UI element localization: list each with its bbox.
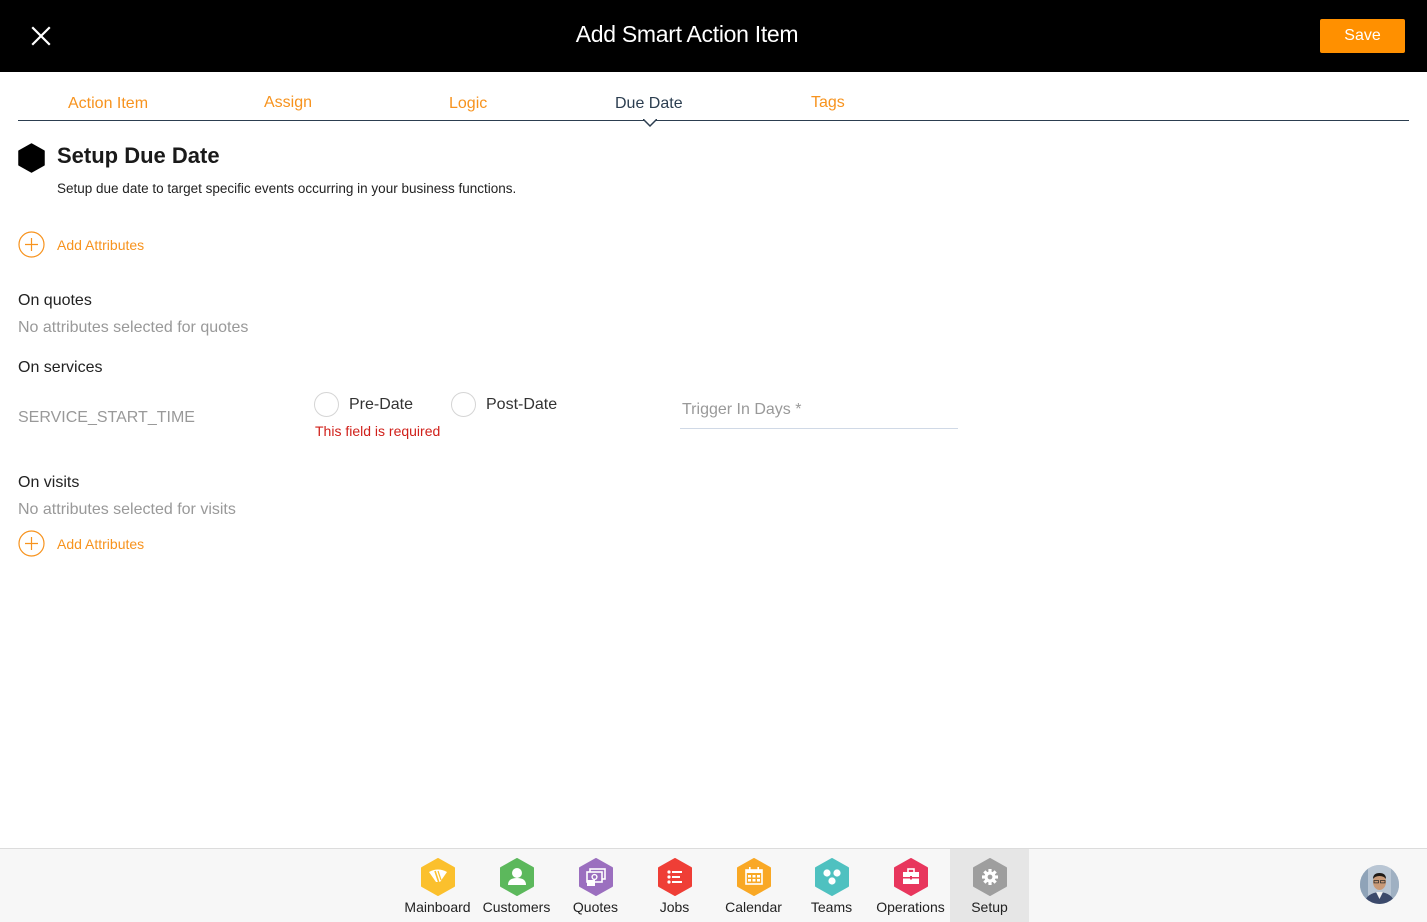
nav-item-mainboard[interactable]: Mainboard xyxy=(398,849,477,922)
group-title-quotes: On quotes xyxy=(18,292,92,309)
section-description: Setup due date to target specific events… xyxy=(57,181,517,196)
nav-item-operations[interactable]: Operations xyxy=(871,849,950,922)
calendar-icon xyxy=(736,858,772,896)
group-empty-visits: No attributes selected for visits xyxy=(18,501,236,518)
nav-label: Setup xyxy=(971,899,1008,915)
save-button[interactable]: Save xyxy=(1320,19,1405,53)
radio-circle[interactable] xyxy=(451,392,476,417)
group-empty-quotes: No attributes selected for quotes xyxy=(18,319,249,336)
radio-circle[interactable] xyxy=(314,392,339,417)
hexagon-icon xyxy=(18,143,45,173)
plus-circle-icon xyxy=(18,231,45,258)
radio-label: Post-Date xyxy=(486,395,558,413)
tab-due-date[interactable]: Due Date xyxy=(615,95,683,113)
radio-label: Pre-Date xyxy=(349,395,414,413)
plus-circle-icon xyxy=(18,530,45,557)
nav-item-teams[interactable]: Teams xyxy=(792,849,871,922)
page-title: Add Smart Action Item xyxy=(575,21,799,47)
field-error-message: This field is required xyxy=(315,423,441,439)
operations-icon xyxy=(893,858,929,896)
nav-item-quotes[interactable]: Quotes xyxy=(556,849,635,922)
add-attributes-label: Add Attributes xyxy=(57,236,145,253)
trigger-in-days-input[interactable] xyxy=(680,392,958,428)
active-tab-indicator xyxy=(643,119,657,128)
mainboard-icon xyxy=(420,858,456,896)
jobs-icon xyxy=(657,858,693,896)
nav-item-customers[interactable]: Customers xyxy=(477,849,556,922)
tab-tags[interactable]: Tags xyxy=(811,94,845,112)
trigger-in-days-field[interactable] xyxy=(680,392,958,429)
attribute-name: SERVICE_START_TIME xyxy=(18,409,195,426)
add-attributes-button[interactable]: Add Attributes xyxy=(18,231,144,258)
add-attributes-label: Add Attributes xyxy=(57,535,145,552)
add-attributes-visits-button[interactable]: Add Attributes xyxy=(18,530,144,557)
tab-action-item[interactable]: Action Item xyxy=(68,95,148,113)
nav-item-setup[interactable]: Setup xyxy=(950,849,1029,922)
quotes-icon xyxy=(578,858,614,896)
teams-icon xyxy=(814,858,850,896)
customers-icon xyxy=(499,858,535,896)
bottom-nav-bar: Mainboard Customers Quotes Jobs Calendar… xyxy=(0,848,1427,922)
nav-item-jobs[interactable]: Jobs xyxy=(635,849,714,922)
top-header: Add Smart Action Item Save xyxy=(0,0,1427,72)
step-tabs: Action Item Assign Logic Due Date Tags xyxy=(18,72,1409,128)
radio-pre-date[interactable]: Pre-Date xyxy=(314,392,413,417)
user-avatar[interactable] xyxy=(1360,865,1399,904)
tab-assign[interactable]: Assign xyxy=(264,94,312,112)
section-title: Setup Due Date xyxy=(57,143,220,168)
group-title-visits: On visits xyxy=(18,474,80,491)
tab-logic[interactable]: Logic xyxy=(449,95,487,113)
radio-post-date[interactable]: Post-Date xyxy=(451,392,557,417)
setup-icon xyxy=(972,858,1008,896)
group-title-services: On services xyxy=(18,359,103,376)
